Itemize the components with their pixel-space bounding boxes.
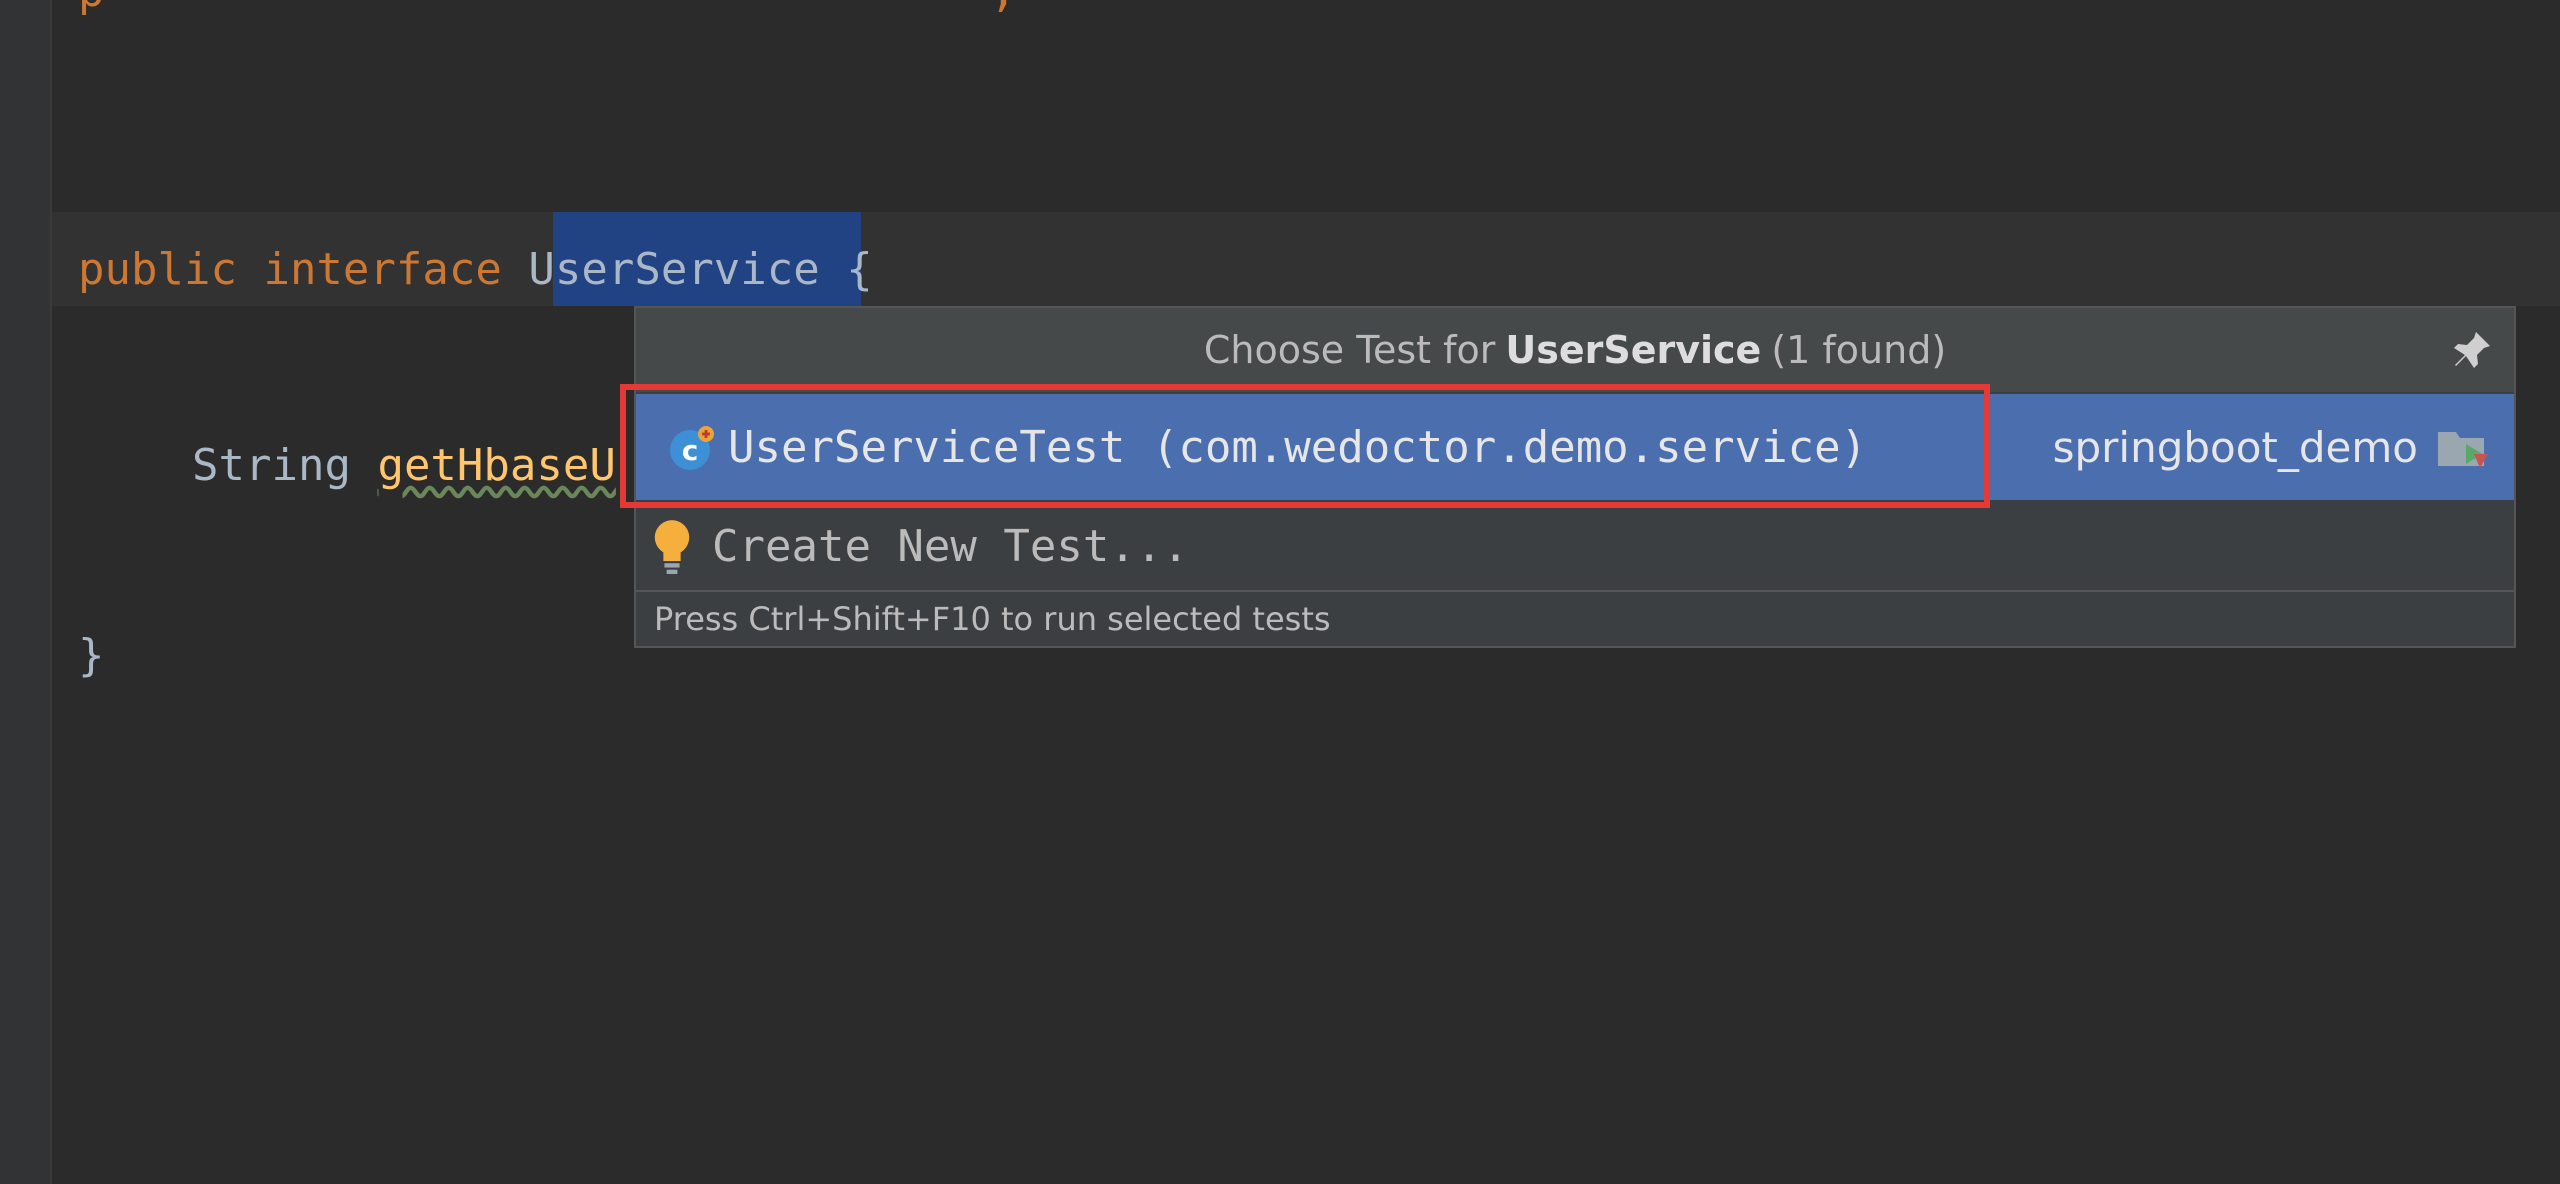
- create-new-test-label[interactable]: Create New Test...: [712, 500, 1189, 592]
- return-type: String: [192, 440, 351, 491]
- popup-title-class: UserService: [1505, 328, 1762, 372]
- method-declaration-line[interactable]: String getHbaseU: [192, 436, 616, 496]
- popup-title-prefix: Choose Test for: [1203, 328, 1496, 372]
- method-name[interactable]: getHbaseU: [377, 440, 615, 491]
- open-brace: {: [846, 244, 873, 295]
- ide-editor-window: p ; public interface UserService { Strin…: [0, 0, 2560, 1184]
- pin-icon[interactable]: [2448, 326, 2496, 374]
- test-folder-icon: [2438, 432, 2488, 468]
- choose-test-popup: Choose Test for UserService (1 found) c …: [634, 306, 2516, 648]
- keyword-interface: interface: [263, 244, 502, 295]
- test-item-module: springboot_demo: [2052, 422, 2418, 472]
- interface-declaration-line[interactable]: public interface UserService {: [78, 240, 873, 300]
- keyword-public: public: [78, 244, 237, 295]
- popup-title-count: (1 found): [1771, 328, 1947, 372]
- interface-name[interactable]: UserService: [528, 244, 819, 295]
- test-item-label[interactable]: UserServiceTest (com.wedoctor.demo.servi…: [728, 394, 1867, 500]
- popup-header: Choose Test for UserService (1 found): [636, 308, 2514, 392]
- partial-code-line: p: [78, 0, 105, 17]
- svg-text:c: c: [682, 434, 699, 467]
- popup-footer-hint: Press Ctrl+Shift+F10 to run selected tes…: [636, 590, 2514, 646]
- test-class-icon: c: [670, 426, 714, 470]
- partial-code-line-end: ;: [990, 0, 1017, 17]
- lightbulb-icon: [654, 520, 690, 574]
- editor-gutter[interactable]: [0, 0, 52, 1184]
- close-brace: }: [78, 630, 105, 681]
